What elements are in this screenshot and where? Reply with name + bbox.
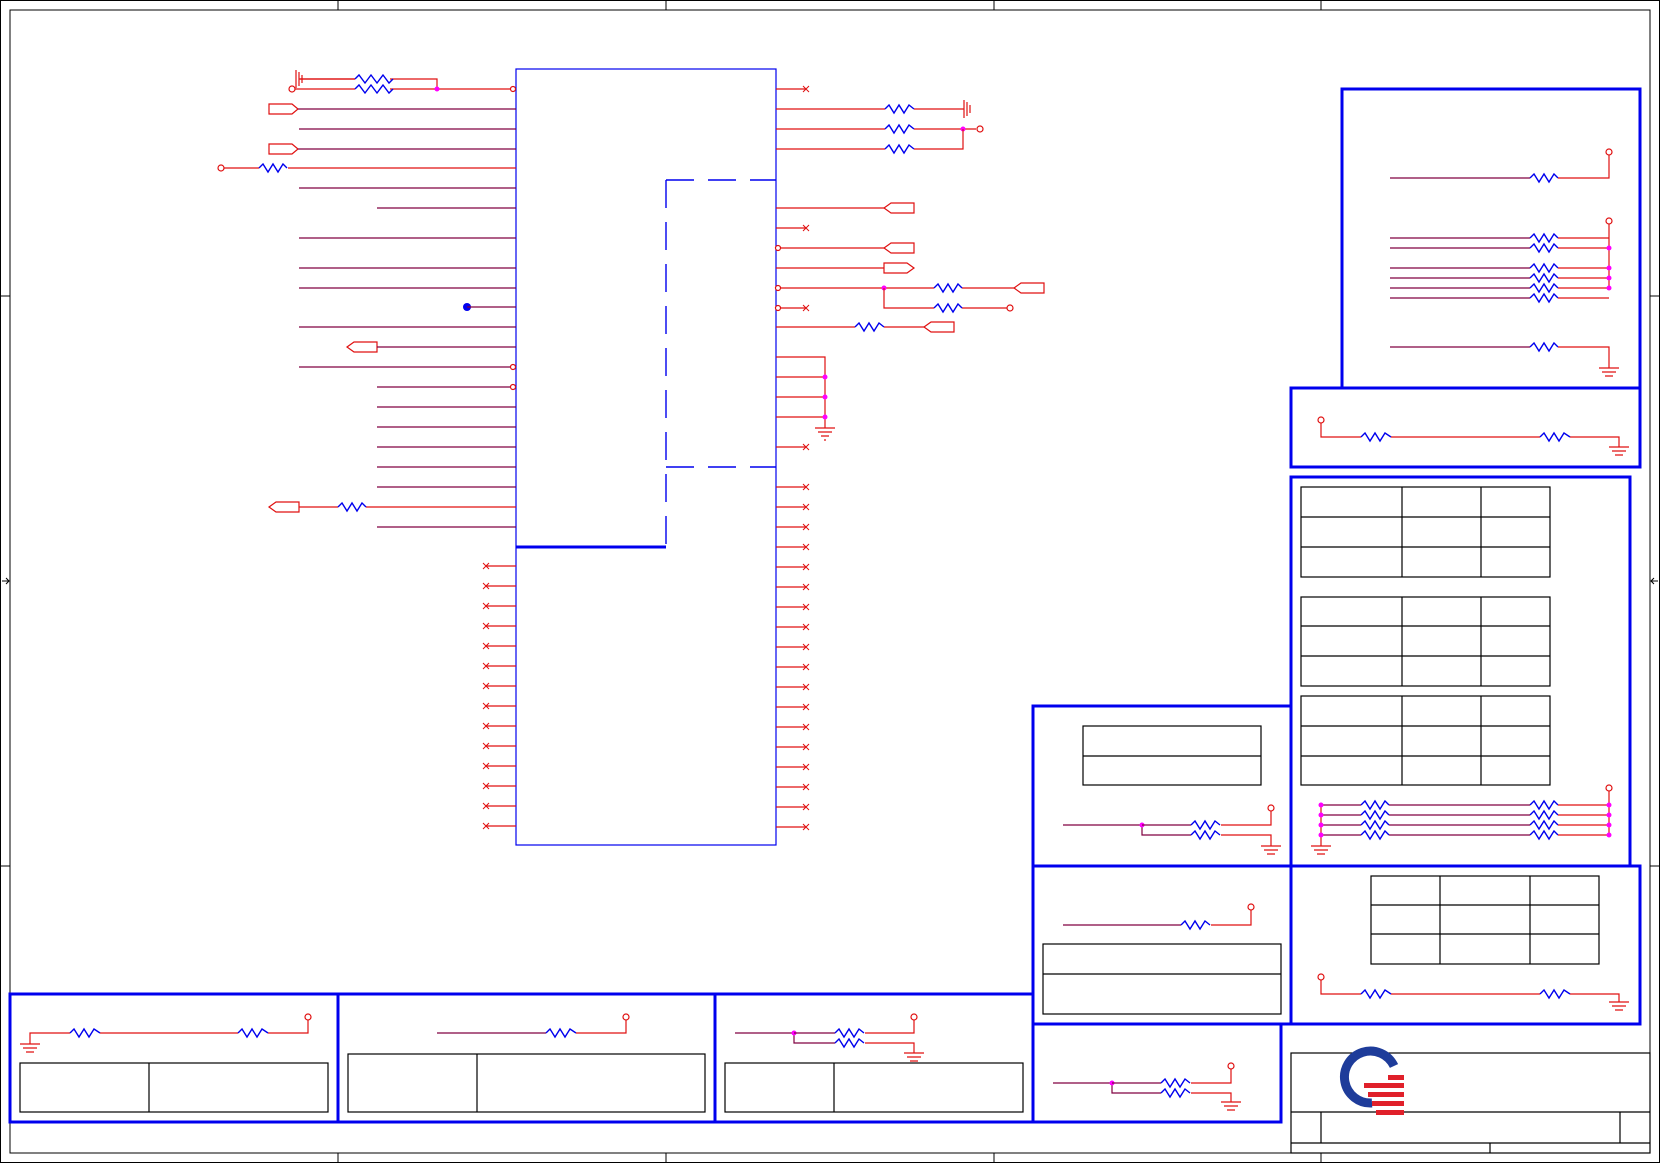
table-block-right — [1289, 475, 1632, 868]
resistor-symbol — [1360, 809, 1390, 821]
left-nc-pins — [482, 562, 516, 830]
bottom-block-1 — [8, 992, 340, 1124]
junction-dot — [1606, 802, 1612, 808]
junction-dot — [1606, 812, 1612, 818]
resistor-symbol — [1360, 799, 1390, 811]
sheet-frame — [0, 0, 1660, 1163]
resistor-symbol — [1529, 829, 1559, 841]
left-pin-wires — [217, 70, 517, 528]
right-pin-wires — [774, 85, 1045, 451]
block-lower-right — [1289, 864, 1642, 1026]
schematic-sheet — [0, 0, 1660, 1163]
main-ic — [515, 68, 777, 846]
resistor-symbol — [1529, 282, 1559, 294]
bottom-block-2 — [336, 992, 717, 1124]
junction-dot — [1318, 832, 1324, 838]
resistor-symbol — [1529, 262, 1559, 274]
resistor-symbol — [1529, 272, 1559, 284]
block-lower-middle — [1031, 864, 1293, 1026]
junction-dot — [1606, 822, 1612, 828]
resistor-symbol — [1529, 819, 1559, 831]
junction-dot — [1318, 802, 1324, 808]
resistor-symbol — [1529, 292, 1559, 304]
company-logo — [1339, 1046, 1404, 1115]
strap-block — [1289, 386, 1642, 469]
resistor-symbol — [1360, 819, 1390, 831]
resistor-symbol — [1529, 799, 1559, 811]
resistor-symbol — [1529, 232, 1559, 244]
resistor-symbol — [1360, 829, 1390, 841]
junction-dot — [1318, 822, 1324, 828]
right-nc-pins — [776, 483, 810, 831]
block-bottom-small — [1031, 1022, 1283, 1124]
bottom-block-3 — [713, 992, 1035, 1124]
resistor-symbol — [1529, 242, 1559, 254]
junction-dot — [1318, 812, 1324, 818]
table-block-middle — [1031, 704, 1293, 868]
junction-dot — [1606, 832, 1612, 838]
resistor-symbol — [1529, 809, 1559, 821]
config-block-top-right — [1340, 87, 1642, 390]
